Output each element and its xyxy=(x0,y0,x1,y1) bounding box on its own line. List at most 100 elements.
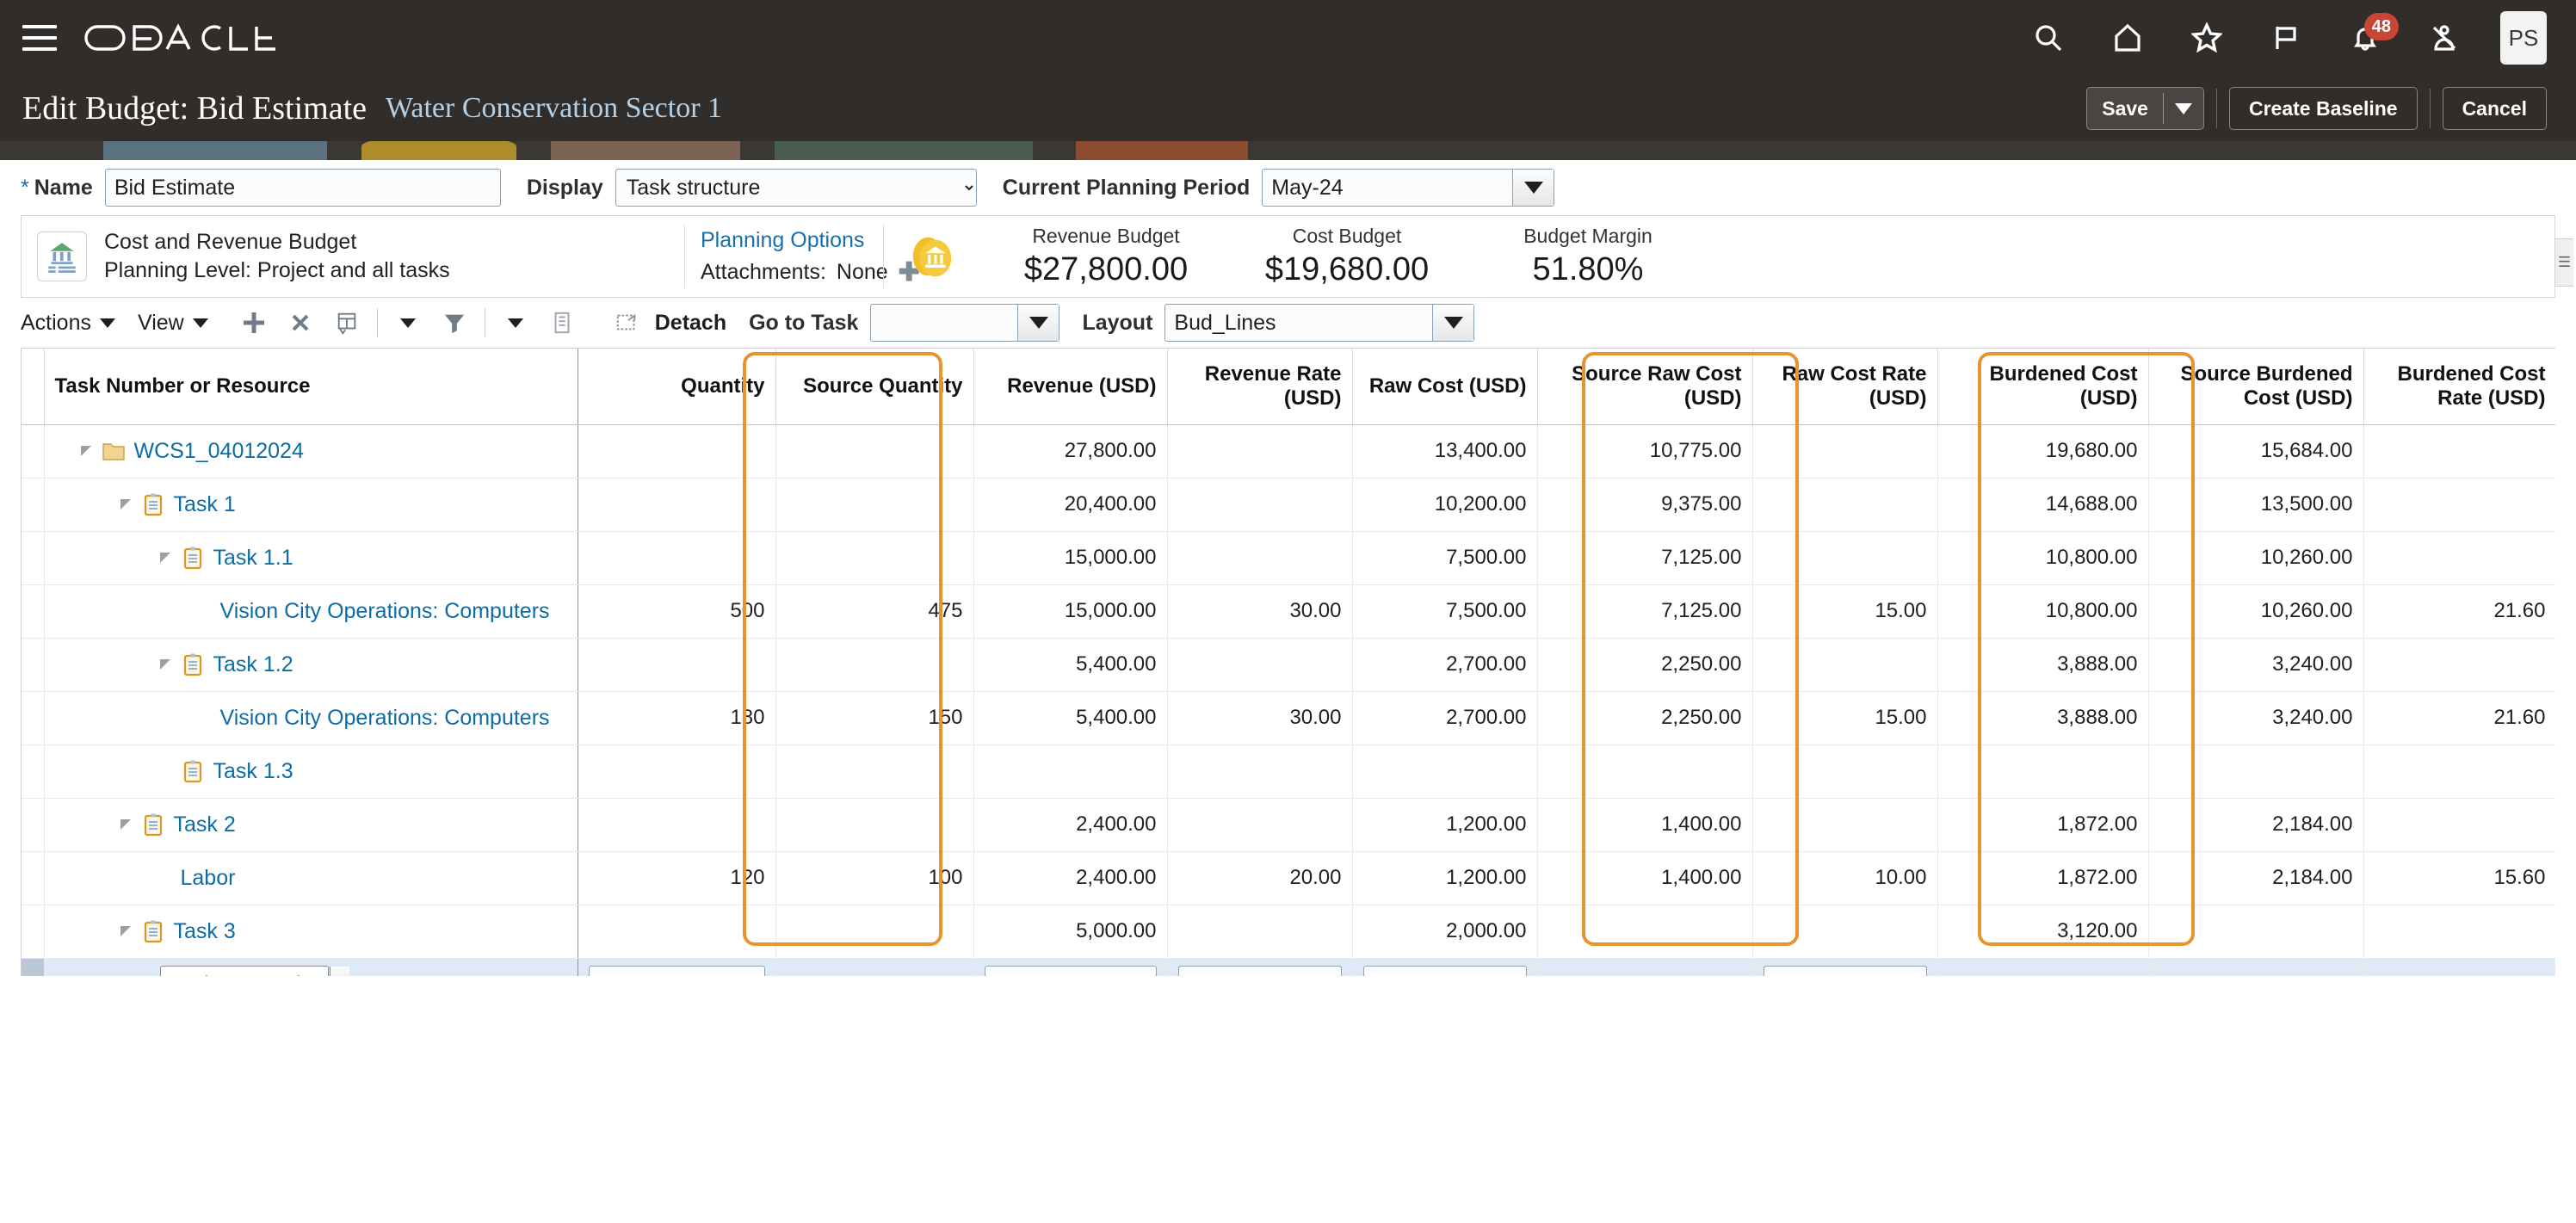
current-planning-period-select[interactable]: May-24 xyxy=(1262,169,1555,207)
cell-revenue-rate[interactable] xyxy=(1167,958,1353,976)
budget-lines-grid[interactable]: Task Number or Resource Quantity Source … xyxy=(21,348,2555,976)
filter-dropdown-icon[interactable] xyxy=(497,304,534,342)
table-row[interactable]: Labor 120 100 2,400.00 20.00 1,200.00 1,400.00… xyxy=(22,851,2555,905)
row-handle[interactable] xyxy=(22,424,45,479)
cell-task[interactable]: WCS1_04012024 xyxy=(44,424,578,479)
cell-task[interactable]: Vision City Operations: Computers xyxy=(44,691,578,745)
save-dropdown-icon[interactable] xyxy=(2164,88,2203,129)
add-row-icon[interactable] xyxy=(235,304,273,342)
table-row[interactable]: Task 1.2 5,400.00 2,700.00 2,250.00 3,888.00… xyxy=(22,638,2555,692)
row-handle[interactable] xyxy=(22,851,45,905)
delete-row-icon[interactable] xyxy=(281,304,319,342)
row-handle[interactable] xyxy=(22,744,45,799)
row-handle[interactable] xyxy=(22,638,45,692)
cancel-button[interactable]: Cancel xyxy=(2442,87,2547,130)
display-select[interactable]: Task structure xyxy=(615,169,977,207)
filter-icon[interactable] xyxy=(436,304,473,342)
input-raw-cost[interactable] xyxy=(1362,966,1527,976)
row-label[interactable]: Labor xyxy=(181,866,236,891)
resource-select[interactable]: Senior Executive xyxy=(159,966,349,976)
column-header-source-quantity[interactable]: Source Quantity xyxy=(775,349,974,425)
layout-select[interactable]: Bud_Lines xyxy=(1164,304,1475,342)
column-header-burdened-cost-rate[interactable]: Burdened Cost Rate (USD) xyxy=(2363,349,2555,425)
row-handle[interactable] xyxy=(22,691,45,745)
column-header-revenue[interactable]: Revenue (USD) xyxy=(973,349,1168,425)
search-icon[interactable] xyxy=(2029,18,2068,58)
goto-task-select[interactable] xyxy=(870,304,1060,342)
row-label[interactable]: Task 1 xyxy=(174,492,236,517)
table-row[interactable]: Vision City Operations: Computers 180 150 5… xyxy=(22,691,2555,745)
column-header-source-raw-cost[interactable]: Source Raw Cost (USD) xyxy=(1537,349,1753,425)
cell-task[interactable]: Task 1 xyxy=(44,478,578,532)
cell-burdened-cost[interactable]: 3,120.00 xyxy=(1937,958,2149,976)
project-name-link[interactable]: Water Conservation Sector 1 xyxy=(386,92,722,125)
column-header-quantity[interactable]: Quantity xyxy=(578,349,776,425)
user-avatar[interactable]: PS xyxy=(2500,11,2547,65)
cell-source-burdened-cost[interactable] xyxy=(2148,958,2364,976)
row-handle[interactable] xyxy=(22,531,45,585)
name-input[interactable] xyxy=(104,169,501,207)
input-raw-cost-rate[interactable] xyxy=(1763,966,1927,976)
table-row[interactable]: WCS1_04012024 27,800.00 13,400.00 10,775.00… xyxy=(22,424,2555,479)
column-header-burdened-cost[interactable]: Burdened Cost (USD) xyxy=(1937,349,2149,425)
input-revenue-rate[interactable] xyxy=(1177,966,1342,976)
view-menu[interactable]: View xyxy=(138,311,208,336)
cell-quantity[interactable] xyxy=(578,958,776,976)
cell-source-raw-cost[interactable] xyxy=(1537,958,1753,976)
table-row[interactable]: Task 1.3 xyxy=(22,744,2555,799)
cell-burdened-cost-rate[interactable]: 31.20 xyxy=(2363,958,2555,976)
favorites-star-icon[interactable] xyxy=(2187,18,2227,58)
table-row[interactable]: Vision City Operations: Computers 500 475 1… xyxy=(22,584,2555,639)
row-label[interactable]: Vision City Operations: Computers xyxy=(220,599,550,624)
detach-icon[interactable] xyxy=(608,304,646,342)
cell-raw-cost[interactable] xyxy=(1352,958,1538,976)
actions-menu[interactable]: Actions xyxy=(21,311,115,336)
expand-collapse-icon[interactable] xyxy=(159,553,170,563)
row-handle[interactable] xyxy=(22,958,45,976)
table-row[interactable]: Task 1.1 15,000.00 7,500.00 7,125.00 10,800.… xyxy=(22,531,2555,585)
home-icon[interactable] xyxy=(2108,18,2147,58)
row-label[interactable]: WCS1_04012024 xyxy=(134,439,304,464)
save-split-button[interactable]: Save xyxy=(2086,87,2204,130)
export-icon[interactable] xyxy=(543,304,581,342)
oracle-logo[interactable] xyxy=(84,23,282,53)
save-button[interactable]: Save xyxy=(2087,88,2163,129)
cell-task[interactable]: Task 1.2 xyxy=(44,638,578,692)
planning-options-link[interactable]: Planning Options xyxy=(701,228,883,253)
cell-task[interactable]: Task 1.1 xyxy=(44,531,578,585)
layout-dropdown-icon[interactable] xyxy=(1432,305,1474,341)
edit-table-dropdown-icon[interactable] xyxy=(389,304,427,342)
cell-task[interactable]: Task 1.3 xyxy=(44,744,578,799)
row-handle[interactable] xyxy=(22,905,45,959)
cell-raw-cost-rate[interactable] xyxy=(1752,958,1938,976)
row-label[interactable]: Task 2 xyxy=(174,812,236,837)
flag-icon[interactable] xyxy=(2266,18,2306,58)
row-label[interactable]: Task 1.3 xyxy=(213,759,293,784)
panel-collapse-toggle[interactable]: ☰ xyxy=(2554,238,2573,287)
input-quantity[interactable] xyxy=(588,966,765,976)
column-header-source-burdened-cost[interactable]: Source Burdened Cost (USD) xyxy=(2148,349,2364,425)
cell-task[interactable]: Senior Executive xyxy=(44,958,578,976)
expand-collapse-icon[interactable] xyxy=(120,499,131,510)
table-row[interactable]: Task 2 2,400.00 1,200.00 1,400.00 1,872.00 2,… xyxy=(22,798,2555,852)
resource-dropdown-icon[interactable] xyxy=(329,967,349,976)
menu-hamburger-icon[interactable] xyxy=(22,25,57,51)
table-row[interactable]: Task 3 5,000.00 2,000.00 3,120.00 xyxy=(22,905,2555,959)
column-header-raw-cost[interactable]: Raw Cost (USD) xyxy=(1352,349,1538,425)
period-dropdown-icon[interactable] xyxy=(1512,170,1554,206)
cell-task[interactable]: Task 2 xyxy=(44,798,578,852)
bell-icon[interactable]: 48 xyxy=(2345,13,2399,58)
edit-table-icon[interactable] xyxy=(328,304,366,342)
row-label[interactable]: Vision City Operations: Computers xyxy=(220,706,550,731)
cell-task[interactable]: Task 3 xyxy=(44,905,578,959)
column-header-raw-cost-rate[interactable]: Raw Cost Rate (USD) xyxy=(1752,349,1938,425)
cell-source-quantity[interactable] xyxy=(775,958,974,976)
detach-button[interactable]: Detach xyxy=(655,311,726,336)
row-label[interactable]: Task 1.1 xyxy=(213,546,293,571)
cell-task[interactable]: Labor xyxy=(44,851,578,905)
row-handle[interactable] xyxy=(22,478,45,532)
row-label[interactable]: Task 1.2 xyxy=(213,652,293,677)
cell-task[interactable]: Vision City Operations: Computers xyxy=(44,584,578,639)
table-row[interactable]: Task 1 20,400.00 10,200.00 9,375.00 14,688.0… xyxy=(22,478,2555,532)
accessibility-icon[interactable] xyxy=(2425,18,2464,58)
